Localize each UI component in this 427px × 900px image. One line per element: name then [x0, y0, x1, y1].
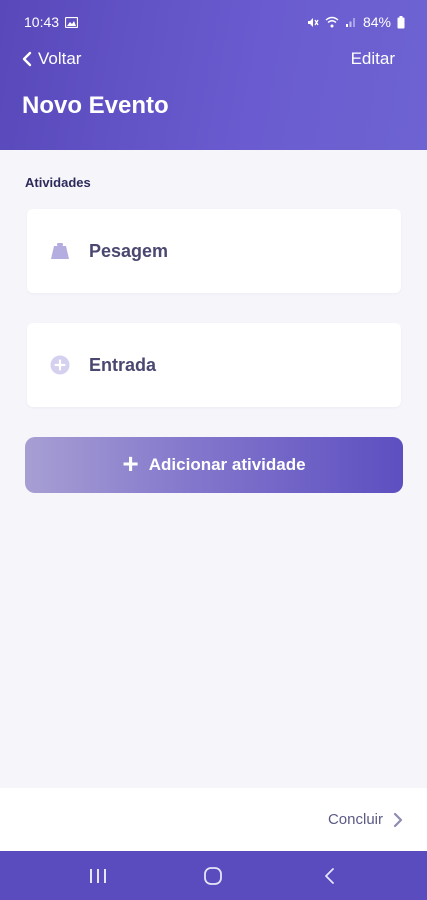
edit-button[interactable]: Editar: [351, 49, 395, 69]
page-title: Novo Evento: [22, 92, 169, 119]
chevron-right-icon[interactable]: [393, 812, 403, 828]
wifi-icon: [325, 16, 339, 28]
plus-icon: +: [122, 448, 139, 479]
chevron-left-icon: [22, 51, 32, 67]
recent-apps-button[interactable]: [78, 856, 118, 896]
conclude-button[interactable]: Concluir: [328, 811, 383, 828]
back-icon: [325, 867, 335, 884]
add-activity-button[interactable]: + Adicionar atividade: [25, 437, 403, 493]
activity-label: Entrada: [89, 354, 157, 375]
header: 10:43 84% Voltar Editar Novo Evento: [0, 0, 427, 150]
recent-apps-icon: [89, 868, 106, 883]
nav-row: Voltar Editar: [0, 44, 427, 74]
section-label: Atividades: [25, 175, 91, 190]
activity-label: Pesagem: [89, 240, 169, 261]
back-label: Voltar: [38, 49, 82, 68]
status-right: 84%: [306, 14, 405, 30]
home-button[interactable]: [193, 856, 233, 896]
activity-card-entrada[interactable]: Entrada: [27, 323, 401, 407]
home-icon: [204, 866, 223, 885]
footer-bar: Concluir: [0, 788, 427, 851]
system-back-button[interactable]: [309, 856, 349, 896]
plus-circle-icon: [49, 354, 71, 376]
battery-level: 84%: [362, 14, 391, 30]
image-notification-icon: [65, 16, 79, 28]
back-button[interactable]: Voltar: [22, 49, 81, 69]
signal-icon: [345, 16, 357, 28]
battery-icon: [397, 15, 405, 29]
scale-icon: [49, 240, 71, 262]
status-left: 10:43: [24, 14, 79, 30]
system-nav-bar: [0, 851, 427, 900]
status-time: 10:43: [24, 14, 60, 30]
mute-icon: [306, 16, 319, 29]
add-activity-label: Adicionar atividade: [148, 455, 306, 474]
status-bar: 10:43 84%: [0, 0, 427, 44]
activity-card-pesagem[interactable]: Pesagem: [27, 209, 401, 293]
